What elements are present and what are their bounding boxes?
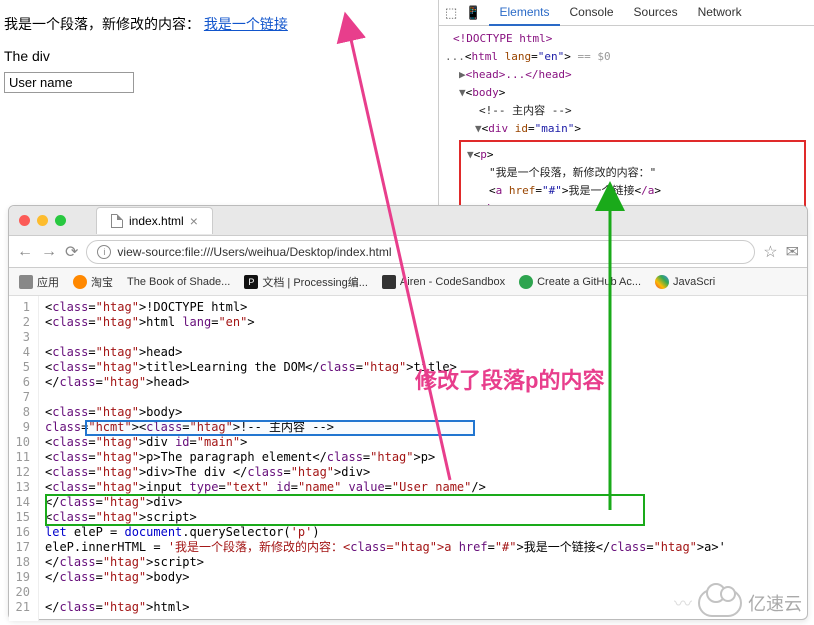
browser-tabs: index.html × (96, 207, 213, 234)
close-tab-icon[interactable]: × (190, 213, 198, 229)
github-icon (519, 275, 533, 289)
github-bookmark[interactable]: Create a GitHub Ac... (519, 275, 641, 289)
address-bar-row: ← → ⟳ i view-source:file:///Users/weihua… (9, 236, 807, 268)
minimize-window-button[interactable] (37, 215, 48, 226)
cloud-icon (698, 589, 742, 617)
taobao-icon (73, 275, 87, 289)
window-titlebar: index.html × (9, 206, 807, 236)
back-button[interactable]: ← (17, 243, 33, 261)
codesandbox-bookmark[interactable]: Airen - CodeSandbox (382, 275, 505, 289)
url-text: view-source:file:///Users/weihua/Desktop… (117, 245, 391, 259)
tab-elements[interactable]: Elements (489, 0, 559, 26)
watermark: 〰 亿速云 (674, 589, 802, 617)
doctype-node: <!DOCTYPE html> (453, 32, 552, 45)
apps-bookmark[interactable]: 应用 (19, 274, 59, 290)
taobao-bookmark[interactable]: 淘宝 (73, 274, 113, 290)
view-source: 123456789101112131415161718192021 <class… (9, 296, 807, 621)
devtools-tabs: Elements Console Sources Network (489, 0, 751, 26)
paragraph-link[interactable]: 我是一个链接 (204, 16, 288, 32)
reload-button[interactable]: ⟳ (65, 242, 78, 262)
p-source-highlight (85, 420, 475, 436)
source-code[interactable]: <class="htag">!DOCTYPE html><class="htag… (39, 296, 807, 621)
devtools-toolbar: ⬚ 📱 Elements Console Sources Network (439, 0, 814, 26)
processing-icon: P (244, 275, 258, 289)
maximize-window-button[interactable] (55, 215, 66, 226)
file-icon (111, 214, 123, 228)
devtools-panel: ⬚ 📱 Elements Console Sources Network <!D… (438, 0, 814, 210)
browser-tab[interactable]: index.html × (96, 207, 213, 234)
rendered-page: 我是一个段落，新修改的内容： 我是一个链接 The div (4, 14, 424, 93)
line-numbers: 123456789101112131415161718192021 (9, 296, 39, 621)
tab-network[interactable]: Network (688, 0, 752, 26)
device-icon[interactable]: 📱 (465, 5, 481, 21)
inspect-icon[interactable]: ⬚ (445, 5, 457, 21)
paragraph: 我是一个段落，新修改的内容： 我是一个链接 (4, 14, 424, 34)
site-info-icon[interactable]: i (97, 245, 111, 259)
watermark-text: 亿速云 (748, 590, 802, 616)
script-source-highlight (45, 494, 645, 526)
annotation-label: 修改了段落p的内容 (415, 363, 604, 395)
cube-icon (382, 275, 396, 289)
address-bar[interactable]: i view-source:file:///Users/weihua/Deskt… (86, 240, 755, 264)
chrome-icon (655, 275, 669, 289)
name-input[interactable] (4, 72, 134, 93)
tab-sources[interactable]: Sources (624, 0, 688, 26)
paragraph-text: 我是一个段落，新修改的内容： (4, 16, 200, 32)
star-icon[interactable]: ☆ (763, 242, 777, 262)
javascript-bookmark[interactable]: JavaScri (655, 275, 715, 289)
bookmarks-bar: 应用 淘宝 The Book of Shade... P文档 | Process… (9, 268, 807, 296)
div-text: The div (4, 48, 424, 64)
browser-window: index.html × ← → ⟳ i view-source:file://… (8, 205, 808, 620)
processing-bookmark[interactable]: P文档 | Processing编... (244, 274, 368, 290)
dom-tree[interactable]: <!DOCTYPE html> ...<html lang="en"> == $… (439, 26, 814, 230)
extension-icon[interactable]: ✉ (786, 242, 799, 262)
tab-title: index.html (129, 214, 184, 228)
forward-button[interactable]: → (41, 243, 57, 261)
shader-bookmark[interactable]: The Book of Shade... (127, 276, 230, 288)
tab-console[interactable]: Console (560, 0, 624, 26)
traffic-lights (19, 215, 66, 226)
close-window-button[interactable] (19, 215, 30, 226)
apps-icon (19, 275, 33, 289)
